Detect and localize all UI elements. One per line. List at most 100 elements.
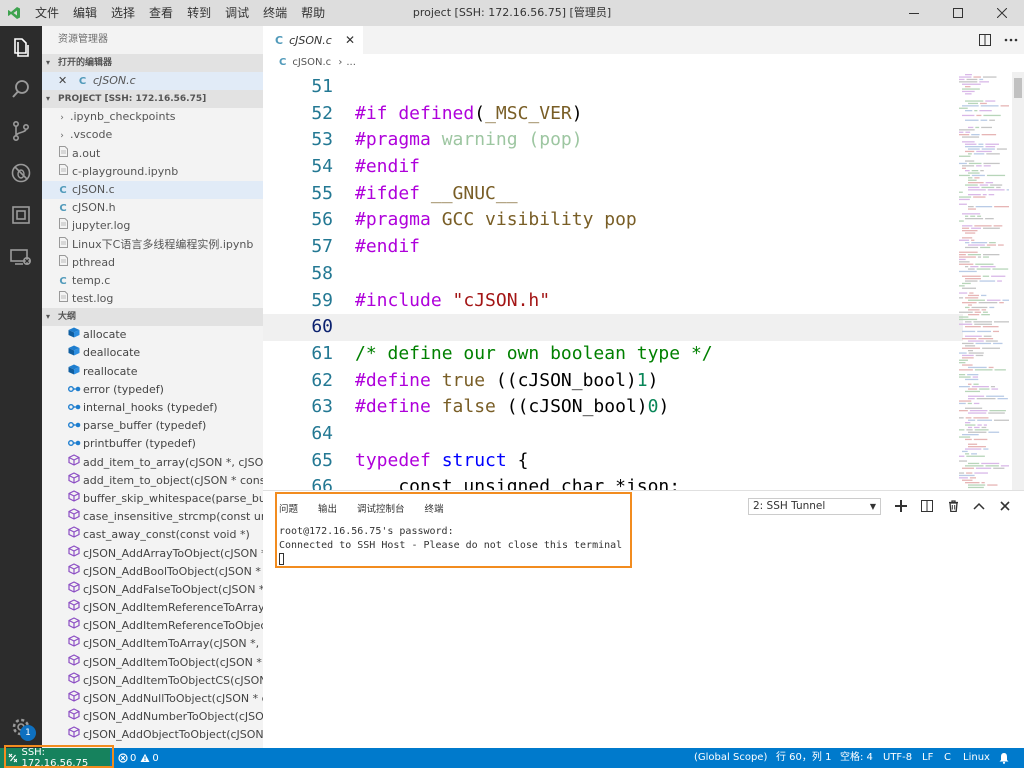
- outline-item[interactable]: cJSON_AddObjectToObject(cJSON ...: [42, 726, 263, 744]
- chevron-right-icon: ›: [338, 57, 343, 68]
- eol-status[interactable]: LF: [922, 748, 933, 768]
- debug-icon[interactable]: [0, 152, 42, 194]
- terminal-output[interactable]: root@172.16.56.75's password: Connected t…: [279, 525, 622, 567]
- code-editor[interactable]: 51 52 #if defined(_MSC_VER) 53 #pragma warni…: [263, 72, 1024, 490]
- editor-scrollbar[interactable]: [1012, 72, 1024, 490]
- split-editor-icon[interactable]: [972, 26, 998, 54]
- file-tree-item[interactable]: CcJSON.h: [42, 199, 263, 217]
- file-tree-item[interactable]: › .ipynb_checkpoints: [42, 108, 263, 126]
- tab-problems[interactable]: 问题: [279, 501, 298, 515]
- file-tree-item[interactable]: jupyter.log: [42, 217, 263, 235]
- outline-item[interactable]: parse_buffer (typedef): [42, 417, 263, 435]
- file-tree-item[interactable]: CcJSON.c: [42, 180, 263, 200]
- remote-status-item[interactable]: SSH: 172.16.56.75: [0, 747, 110, 768]
- menu-item[interactable]: 帮助: [294, 0, 332, 26]
- outline-item[interactable]: cJSON_AddBoolToObject(cJSON * c...: [42, 563, 263, 581]
- outline-header[interactable]: ▾ 大纲: [42, 308, 263, 327]
- outline-item[interactable]: cJSON_AddNullToObject(cJSON * c...: [42, 690, 263, 708]
- split-terminal-icon[interactable]: [914, 495, 940, 517]
- outline-item[interactable]: add_item_to_object(cJSON * const, ...: [42, 472, 263, 490]
- breadcrumb-file[interactable]: cJSON.c: [292, 57, 331, 68]
- os-status[interactable]: Linux: [963, 748, 990, 768]
- add-terminal-icon[interactable]: [888, 495, 914, 517]
- scope-status[interactable]: (Global Scope): [694, 748, 767, 768]
- files-icon[interactable]: [0, 26, 42, 68]
- maximize-panel-icon[interactable]: [966, 495, 992, 517]
- tab-debug-console[interactable]: 调试控制台: [357, 501, 405, 515]
- menu-item[interactable]: 编辑: [66, 0, 104, 26]
- menu-item[interactable]: 终端: [256, 0, 294, 26]
- terminal-select[interactable]: 2: SSH Tunnel ▼: [748, 498, 881, 515]
- minimize-button[interactable]: [892, 0, 936, 26]
- tab-output[interactable]: 输出: [318, 501, 337, 515]
- minimap-line: [974, 472, 988, 474]
- outline-item[interactable]: add_item_to_array(cJSON *, cJSON *): [42, 453, 263, 472]
- tab-terminal[interactable]: 终端: [425, 501, 444, 515]
- menu-item[interactable]: 转到: [180, 0, 218, 26]
- maximize-button[interactable]: [936, 0, 980, 26]
- outline-item[interactable]: cJSON_AddNumberToObject(cJSO...: [42, 708, 263, 726]
- more-actions-icon[interactable]: [998, 26, 1024, 54]
- minimap-line: [968, 268, 975, 270]
- minimap-line: [962, 141, 975, 143]
- language-status[interactable]: C: [944, 748, 951, 768]
- file-tree-item[interactable]: › .vscode: [42, 126, 263, 144]
- notification-bell-icon[interactable]: [998, 748, 1010, 768]
- project-header[interactable]: ▾ PROJECT [SSH: 172.16.56.75]: [42, 90, 263, 109]
- minimap-line: [959, 203, 967, 205]
- encoding-status[interactable]: UTF-8: [883, 748, 912, 768]
- close-panel-icon[interactable]: [992, 495, 1018, 517]
- minimap[interactable]: [955, 72, 1011, 490]
- outline-item[interactable]: cJSON_AddFalseToObject(cJSON * ...: [42, 581, 263, 599]
- outline-item[interactable]: cJSON_AddItemReferenceToArray(c...: [42, 599, 263, 617]
- tab-cjson-c[interactable]: C cJSON.c ✕: [263, 26, 363, 54]
- open-editor-item[interactable]: ✕ C cJSON.c: [42, 72, 263, 91]
- outline-item[interactable]: case_insensitive_strcmp(const unsig...: [42, 508, 263, 526]
- menu-item[interactable]: 查看: [142, 0, 180, 26]
- outline-item[interactable]: cJSON_AddItemToArray(cJSON *, cJ...: [42, 635, 263, 653]
- outline-item[interactable]: allocate: [42, 326, 263, 344]
- minimap-line: [977, 215, 982, 217]
- file-tree-item[interactable]: a.out: [42, 145, 263, 163]
- outline-item[interactable]: deallocate: [42, 344, 263, 362]
- c-file-icon: C: [279, 57, 287, 68]
- minimap-line: [959, 256, 976, 258]
- outline-item[interactable]: reallocate: [42, 363, 263, 381]
- outline-item[interactable]: cast_away_const(const void *): [42, 526, 263, 544]
- minimap-line: [974, 426, 980, 429]
- trash-icon[interactable]: [940, 495, 966, 517]
- cursor-position-status[interactable]: 行 60，列 1: [776, 748, 831, 768]
- problems-status-item[interactable]: 0 0: [118, 748, 159, 768]
- minimap-line: [965, 407, 983, 409]
- file-tree-item[interactable]: c-playground.ipynb: [42, 163, 263, 181]
- file-tree-item[interactable]: Ctemp.c: [42, 272, 263, 290]
- search-icon[interactable]: [0, 68, 42, 110]
- extensions-icon[interactable]: [0, 194, 42, 236]
- outline-item[interactable]: cJSON_AddItemToObject(cJSON * , ...: [42, 653, 263, 672]
- outline-item[interactable]: internal_hooks (typedef): [42, 399, 263, 417]
- outline-item[interactable]: cJSON_AddItemToObjectCS(cJSON ...: [42, 672, 263, 690]
- file-tree-item[interactable]: pthread: [42, 254, 263, 272]
- breadcrumb-more[interactable]: ...: [346, 57, 356, 68]
- file-tree-item[interactable]: Linux下C语言多线程编程实例.ipynb: [42, 236, 263, 254]
- close-window-button[interactable]: [980, 0, 1024, 26]
- outline-item[interactable]: buffer_skip_whitespace(parse_buffe...: [42, 490, 263, 508]
- menu-item[interactable]: 文件: [28, 0, 66, 26]
- indent-status[interactable]: 空格: 4: [840, 748, 873, 768]
- minimap-line: [968, 419, 976, 421]
- close-tab-icon[interactable]: ✕: [345, 33, 355, 47]
- file-tree-item[interactable]: test.log: [42, 290, 263, 308]
- menu-item[interactable]: 选择: [104, 0, 142, 26]
- outline-item[interactable]: printbuffer (typedef): [42, 435, 263, 453]
- scrollbar-thumb[interactable]: [1014, 78, 1022, 98]
- source-control-icon[interactable]: [0, 110, 42, 152]
- menu-item[interactable]: 调试: [218, 0, 256, 26]
- file-tree-label: .ipynb_checkpoints: [70, 110, 176, 124]
- open-editors-header[interactable]: ▾ 打开的编辑器: [42, 54, 263, 72]
- outline-item[interactable]: cJSON_AddArrayToObject(cJSON * ...: [42, 544, 263, 563]
- outline-item[interactable]: cJSON_AddItemReferenceToObject(...: [42, 617, 263, 635]
- remote-explorer-icon[interactable]: [0, 236, 42, 278]
- minimap-line: [962, 83, 981, 85]
- outline-item[interactable]: error (typedef): [42, 381, 263, 399]
- close-icon[interactable]: ✕: [58, 72, 72, 90]
